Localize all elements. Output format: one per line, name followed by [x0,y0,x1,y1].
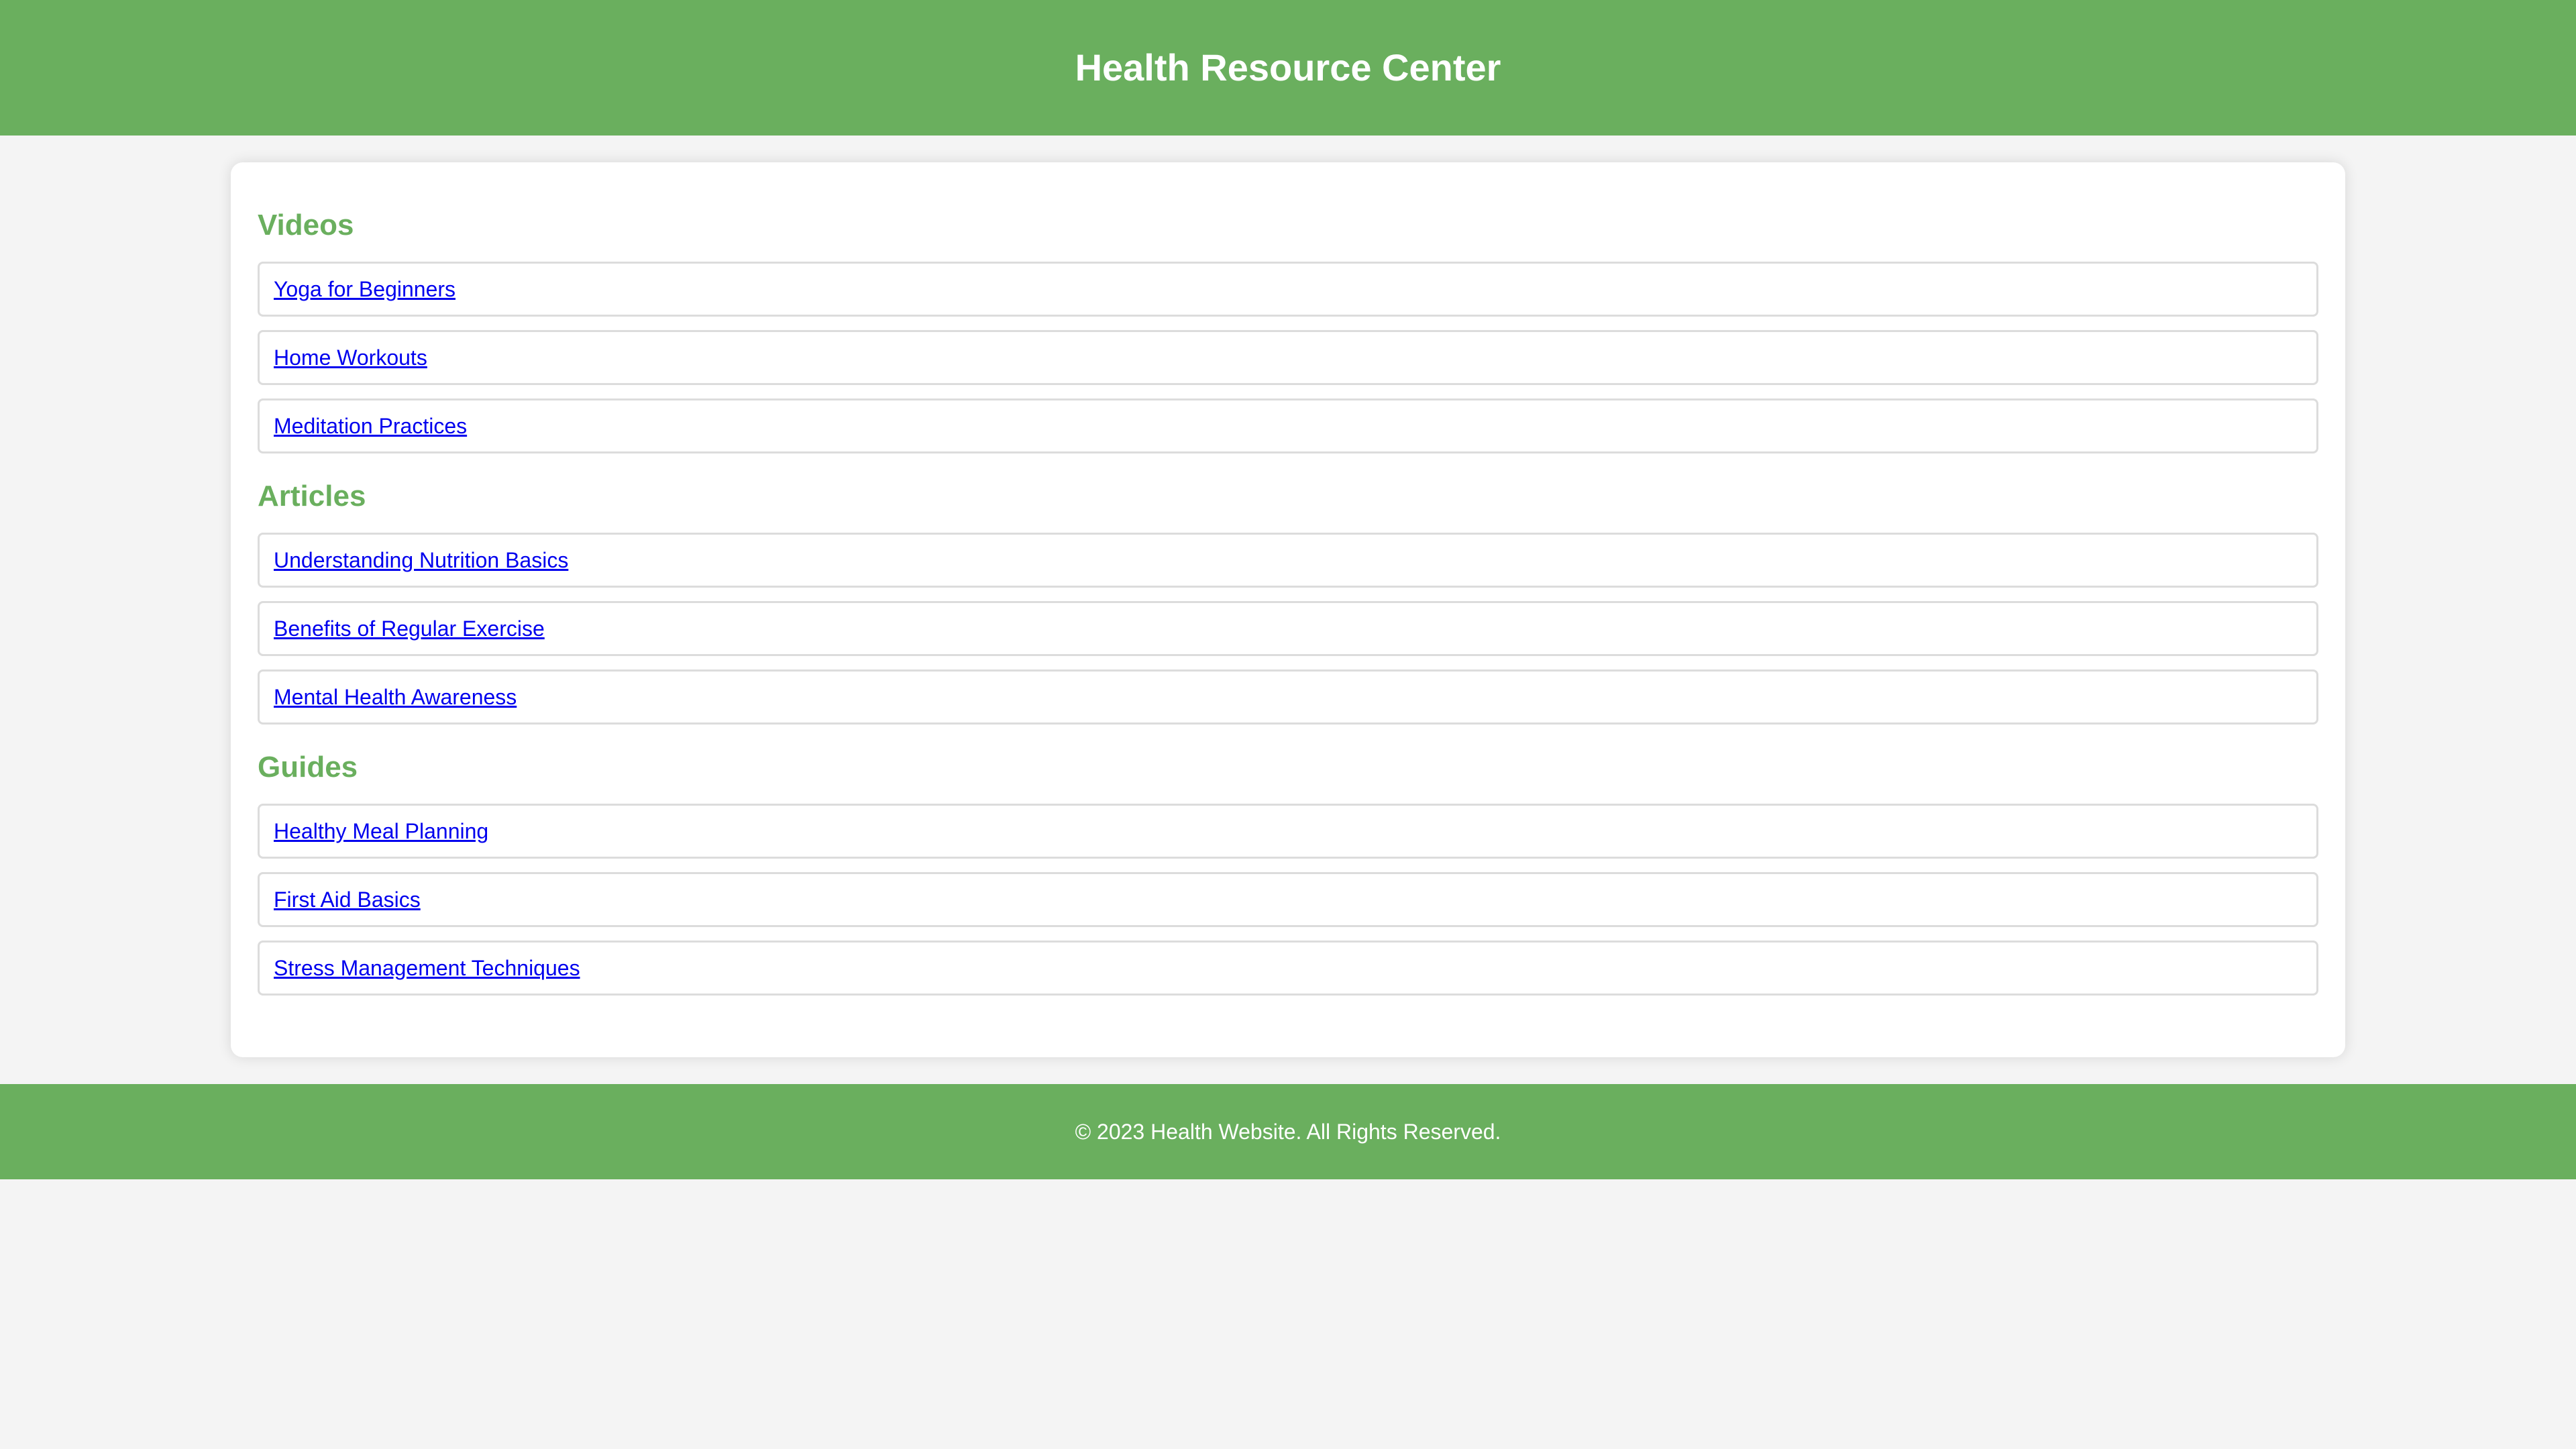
list-item: Stress Management Techniques [258,941,2318,996]
link-understanding-nutrition-basics[interactable]: Understanding Nutrition Basics [274,549,568,571]
section-videos: Videos Yoga for Beginners Home Workouts … [258,211,2318,453]
list-item: Understanding Nutrition Basics [258,533,2318,588]
section-heading-articles: Articles [258,480,366,513]
copyright-text: © 2023 Health Website. All Rights Reserv… [1075,1120,1501,1144]
link-benefits-of-regular-exercise[interactable]: Benefits of Regular Exercise [274,618,545,639]
list-item: Home Workouts [258,330,2318,385]
article-list: Understanding Nutrition Basics Benefits … [258,533,2318,724]
list-item: Meditation Practices [258,398,2318,453]
section-articles: Articles Understanding Nutrition Basics … [258,482,2318,724]
resource-card: Videos Yoga for Beginners Home Workouts … [231,162,2345,1057]
page-title: Health Resource Center [1075,46,1501,89]
list-item: First Aid Basics [258,872,2318,927]
link-yoga-for-beginners[interactable]: Yoga for Beginners [274,278,455,300]
list-item: Benefits of Regular Exercise [258,601,2318,656]
link-home-workouts[interactable]: Home Workouts [274,347,427,368]
section-guides: Guides Healthy Meal Planning First Aid B… [258,753,2318,996]
section-heading-videos: Videos [258,209,354,241]
site-header: Health Resource Center [0,0,2576,136]
section-heading-guides: Guides [258,751,358,784]
link-mental-health-awareness[interactable]: Mental Health Awareness [274,686,517,708]
list-item: Yoga for Beginners [258,262,2318,317]
site-footer: © 2023 Health Website. All Rights Reserv… [0,1084,2576,1179]
link-meditation-practices[interactable]: Meditation Practices [274,415,467,437]
link-healthy-meal-planning[interactable]: Healthy Meal Planning [274,820,488,842]
link-first-aid-basics[interactable]: First Aid Basics [274,889,421,910]
list-item: Healthy Meal Planning [258,804,2318,859]
link-stress-management-techniques[interactable]: Stress Management Techniques [274,957,580,979]
list-item: Mental Health Awareness [258,669,2318,724]
video-list: Yoga for Beginners Home Workouts Meditat… [258,262,2318,453]
guide-list: Healthy Meal Planning First Aid Basics S… [258,804,2318,996]
